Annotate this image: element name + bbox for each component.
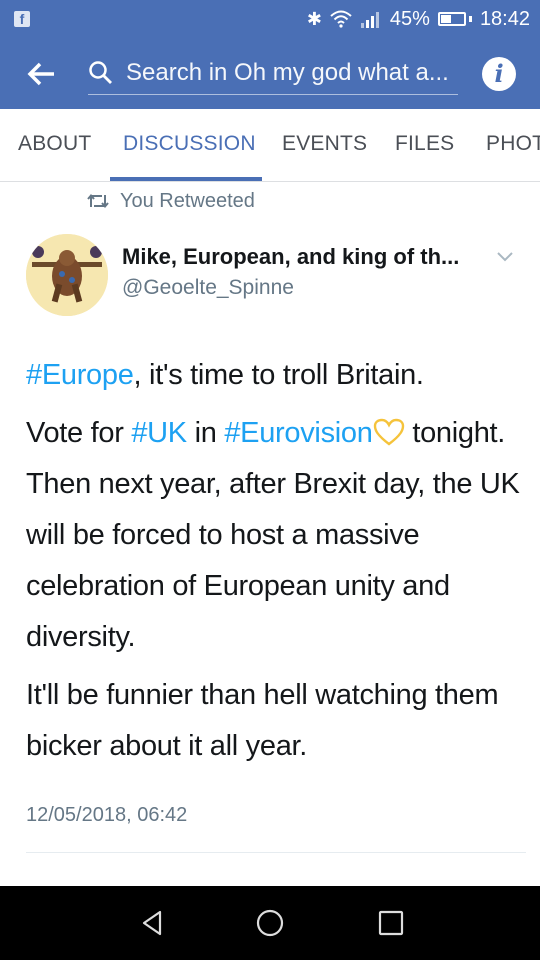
tab-photos[interactable]: PHOT <box>486 109 540 181</box>
tweet-paragraph-2: Vote for #UK in #Eurovision tonight. The… <box>26 408 526 663</box>
battery-icon <box>437 12 472 26</box>
status-bar: f ✱ 45% 18:42 <box>0 0 540 38</box>
chevron-down-icon[interactable] <box>496 250 514 264</box>
clock: 18:42 <box>479 7 530 30</box>
hashtag-eurovision[interactable]: #Eurovision <box>224 417 373 449</box>
tweet-text-segment: , it's time to troll Britain. <box>133 359 424 391</box>
tweet-paragraph-1: #Europe, it's time to troll Britain. <box>26 350 526 401</box>
search-input[interactable]: Search in Oh my god what a... <box>88 56 458 95</box>
tab-files[interactable]: FILES <box>395 109 454 181</box>
author-name[interactable]: Mike, European, and king of th... <box>122 244 459 270</box>
retweet-label: You Retweeted <box>120 189 255 212</box>
group-tabs: ABOUT DISCUSSION EVENTS FILES PHOT <box>0 109 540 182</box>
battery-percent: 45% <box>389 7 430 30</box>
nav-recent-apps-icon[interactable] <box>376 908 406 938</box>
active-tab-indicator <box>110 177 262 181</box>
hashtag-europe[interactable]: #Europe <box>26 359 134 391</box>
tweet-text-segment: Vote for <box>26 417 132 449</box>
facebook-notification-icon: f <box>14 11 30 27</box>
hashtag-uk[interactable]: #UK <box>131 417 187 449</box>
bluetooth-icon: ✱ <box>306 8 322 29</box>
search-icon <box>89 61 112 84</box>
author-handle[interactable]: @Geoelte_Spinne <box>122 276 294 300</box>
tab-discussion[interactable]: DISCUSSION <box>123 109 256 181</box>
tab-about[interactable]: ABOUT <box>18 109 91 181</box>
retweet-indicator: You Retweeted <box>86 186 255 216</box>
wifi-icon <box>330 10 352 28</box>
avatar[interactable] <box>26 234 108 316</box>
tweet-text: #Europe, it's time to troll Britain. Vot… <box>26 350 526 772</box>
tweet-text-segment: in <box>186 417 225 449</box>
nav-home-icon[interactable] <box>255 908 285 938</box>
tab-events[interactable]: EVENTS <box>282 109 367 181</box>
app-bar: Search in Oh my god what a... i <box>0 38 540 109</box>
yellow-heart-icon <box>373 418 404 446</box>
nav-back-icon[interactable] <box>138 908 168 938</box>
back-arrow-icon[interactable] <box>26 58 58 90</box>
divider <box>26 852 526 853</box>
signal-icon <box>360 10 382 28</box>
tweet-text-segment: tonight. Then next year, after Brexit da… <box>26 417 520 653</box>
info-icon[interactable]: i <box>482 57 516 91</box>
tweet-timestamp: 12/05/2018, 06:42 <box>26 804 188 826</box>
tweet-paragraph-3: It'll be funnier than hell watching them… <box>26 679 499 762</box>
system-nav-bar <box>0 886 540 960</box>
search-placeholder: Search in Oh my god what a... <box>126 59 449 86</box>
retweet-icon <box>87 193 109 209</box>
